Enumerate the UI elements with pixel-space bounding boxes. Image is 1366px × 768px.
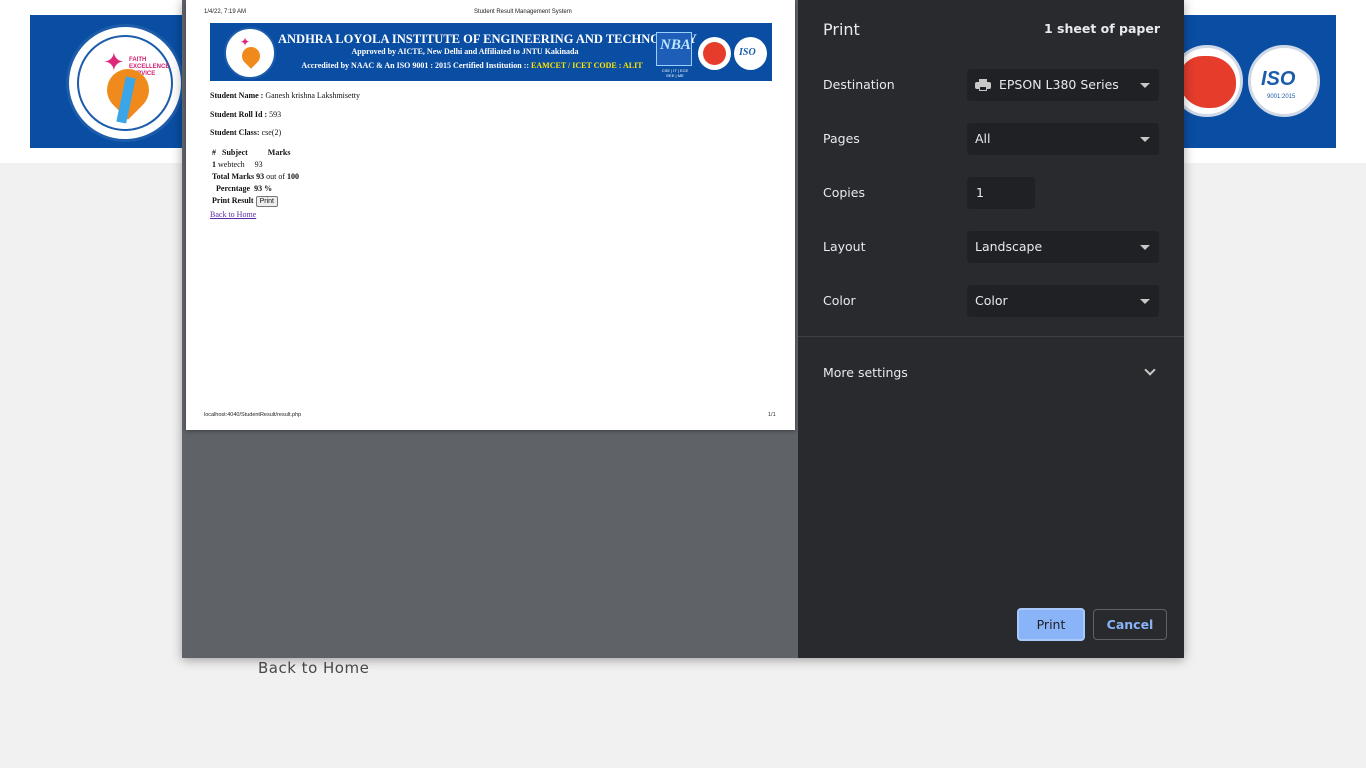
- institute-approval: Approved by AICTE, New Delhi and Affilia…: [351, 47, 579, 56]
- student-name-row: Student Name : Ganesh krishna Lakshmiset…: [210, 91, 360, 100]
- print-button[interactable]: Print: [1017, 608, 1085, 641]
- student-class: cse(2): [261, 128, 282, 137]
- dropdown-arrow-icon: [1140, 137, 1150, 142]
- back-to-home-link[interactable]: Back to Home: [258, 659, 369, 677]
- cancel-button[interactable]: Cancel: [1093, 609, 1167, 640]
- saac-seal: [698, 37, 731, 70]
- student-roll-row: Student Roll Id : 593: [210, 110, 282, 119]
- more-settings-toggle[interactable]: More settings: [823, 365, 908, 380]
- header-datetime: 1/4/22, 7:19 AM: [204, 9, 247, 15]
- print-settings-panel: Print 1 sheet of paper Destination EPSON…: [798, 0, 1184, 658]
- color-select[interactable]: Color: [967, 285, 1159, 317]
- destination-select[interactable]: EPSON L380 Series: [967, 69, 1159, 101]
- settings-divider: [798, 336, 1184, 337]
- total-marks-row: Total Marks 93 out of 100: [212, 172, 300, 181]
- college-logo: ✦ FAITHEXCELLENCESERVICE: [66, 24, 184, 142]
- copies-input[interactable]: 1: [967, 177, 1035, 209]
- institute-name: ANDHRA LOYOLA INSTITUTE OF ENGINEERING A…: [278, 32, 697, 46]
- table-row: 1 webtech 93: [212, 160, 263, 169]
- print-preview-area[interactable]: 1/4/22, 7:19 AM Student Result Managemen…: [182, 0, 798, 658]
- nba-branches: CSE | IT | ECE EEE | ME: [661, 68, 689, 78]
- student-roll-id: 593: [269, 110, 282, 119]
- print-title: Print: [823, 20, 860, 39]
- dropdown-arrow-icon: [1140, 299, 1150, 304]
- dropdown-arrow-icon: [1140, 245, 1150, 250]
- institute-logo: ✦: [224, 27, 276, 79]
- pages-label: Pages: [823, 131, 860, 146]
- preview-back-link: Back to Home: [210, 210, 257, 219]
- institute-banner: ✦ ANDHRA LOYOLA INSTITUTE OF ENGINEERING…: [210, 23, 772, 81]
- student-name: Ganesh krishna Lakshmisetty: [265, 91, 360, 100]
- dropdown-arrow-icon: [1140, 83, 1150, 88]
- institute-accreditation: Accredited by NAAC & An ISO 9001 : 2015 …: [301, 61, 643, 70]
- print-dialog: 1/4/22, 7:19 AM Student Result Managemen…: [182, 0, 1184, 658]
- header-title: Student Result Management System: [474, 9, 572, 15]
- print-result-row: Print Result Print: [212, 196, 278, 207]
- footer-url: localhost:4040/StudentResult/result.php: [204, 412, 302, 418]
- preview-print-button: Print: [255, 196, 278, 207]
- layout-label: Layout: [823, 239, 866, 254]
- printer-icon: [975, 79, 991, 91]
- marks-table-header: # Subject Marks: [212, 148, 291, 157]
- iso-seal: ISO: [734, 37, 767, 70]
- destination-label: Destination: [823, 77, 895, 92]
- pages-select[interactable]: All: [967, 123, 1159, 155]
- nba-logo: NBA: [656, 32, 692, 66]
- iso-logo: ISO 9001:2015: [1248, 45, 1320, 117]
- sheet-count: 1 sheet of paper: [1043, 21, 1160, 36]
- percentage-row: Percntage 93 %: [216, 184, 273, 193]
- copies-label: Copies: [823, 185, 865, 200]
- print-preview-page: 1/4/22, 7:19 AM Student Result Managemen…: [186, 0, 795, 430]
- chevron-down-icon[interactable]: [1144, 364, 1156, 376]
- layout-select[interactable]: Landscape: [967, 231, 1159, 263]
- footer-page: 1/1: [768, 412, 776, 418]
- color-label: Color: [823, 293, 856, 308]
- student-class-row: Student Class: cse(2): [210, 128, 282, 137]
